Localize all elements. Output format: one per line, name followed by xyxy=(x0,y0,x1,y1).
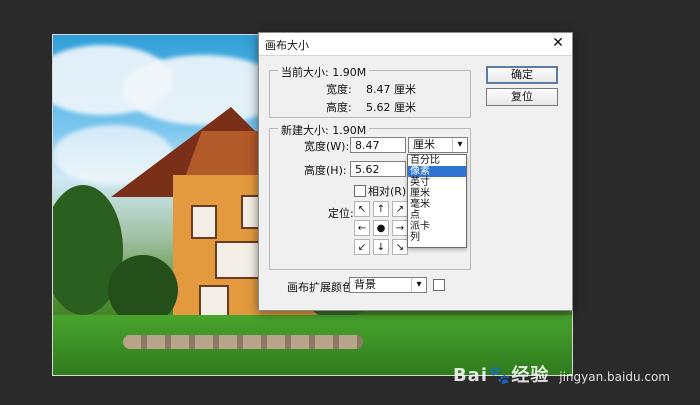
arrow-nw-icon: ↖ xyxy=(357,203,367,215)
anchor-n[interactable]: ↑ xyxy=(373,201,389,217)
arrow-ne-icon: ↗ xyxy=(395,203,405,215)
canvas-extension-label: 画布扩展颜色: xyxy=(287,281,357,294)
current-size-legend: 当前大小: 1.90M xyxy=(278,64,370,80)
rocks xyxy=(123,335,363,349)
arrow-s-icon: ↓ xyxy=(376,241,386,253)
canvas-size-dialog: 画布大小 ✕ 当前大小: 1.90M 宽度: 8.47 厘米 高度: 5.62 … xyxy=(258,32,573,311)
current-width-label: 宽度: xyxy=(326,83,352,96)
arrow-n-icon: ↑ xyxy=(376,203,386,215)
new-height-label: 高度(H): xyxy=(304,164,347,177)
anchor-label: 定位: xyxy=(328,207,354,220)
unit-dropdown: 百分比 像素 英寸 厘米 毫米 点 派卡 列 xyxy=(407,154,467,248)
window xyxy=(191,205,217,239)
anchor-se[interactable]: ↘ xyxy=(392,239,408,255)
anchor-w[interactable]: ← xyxy=(354,220,370,236)
new-size-legend: 新建大小: 1.90M xyxy=(278,122,370,138)
current-width-value: 8.47 厘米 xyxy=(366,83,416,96)
unit-option[interactable]: 百分比 xyxy=(408,155,466,166)
arrow-se-icon: ↘ xyxy=(395,241,405,253)
watermark-site: jingyan.baidu.com xyxy=(559,370,670,384)
chevron-down-icon[interactable]: ▾ xyxy=(452,138,467,152)
anchor-center[interactable]: ● xyxy=(373,220,389,236)
chevron-down-icon[interactable]: ▾ xyxy=(411,278,426,292)
canvas-extension-select[interactable]: 背景 ▾ xyxy=(349,277,427,293)
unit-option[interactable]: 毫米 xyxy=(408,199,466,210)
unit-option[interactable]: 像素 xyxy=(408,166,466,177)
color-swatch[interactable] xyxy=(433,279,445,291)
window xyxy=(215,241,261,279)
relative-label: 相对(R) xyxy=(368,185,407,198)
canvas-extension-value: 背景 xyxy=(354,278,376,291)
new-width-label: 宽度(W): xyxy=(304,140,350,153)
current-size-group: 当前大小: 1.90M 宽度: 8.47 厘米 高度: 5.62 厘米 xyxy=(269,64,471,118)
ok-button[interactable]: 确定 xyxy=(486,66,558,84)
anchor-sw[interactable]: ↙ xyxy=(354,239,370,255)
watermark-brand: Bai🐾经验 xyxy=(452,365,550,386)
unit-select-value: 厘米 xyxy=(413,138,435,151)
anchor-grid: ↖ ↑ ↗ ← ● → ↙ ↓ ↘ xyxy=(354,201,408,255)
unit-select[interactable]: 厘米 ▾ xyxy=(408,137,468,153)
unit-option[interactable]: 派卡 xyxy=(408,221,466,232)
arrow-sw-icon: ↙ xyxy=(357,241,367,253)
anchor-e[interactable]: → xyxy=(392,220,408,236)
arrow-w-icon: ← xyxy=(357,222,367,234)
dialog-title: 画布大小 xyxy=(265,39,309,52)
arrow-e-icon: → xyxy=(395,222,405,234)
unit-option[interactable]: 列 xyxy=(408,232,466,243)
current-height-value: 5.62 厘米 xyxy=(366,101,416,114)
new-width-input[interactable]: 8.47 xyxy=(350,137,406,153)
close-icon[interactable]: ✕ xyxy=(550,35,566,51)
unit-option[interactable]: 点 xyxy=(408,210,466,221)
watermark: Bai🐾经验 jingyan.baidu.com xyxy=(453,361,670,387)
anchor-nw[interactable]: ↖ xyxy=(354,201,370,217)
reset-button[interactable]: 复位 xyxy=(486,88,558,106)
window xyxy=(199,285,229,317)
unit-option[interactable]: 英寸 xyxy=(408,177,466,188)
dialog-titlebar: 画布大小 ✕ xyxy=(259,33,572,56)
current-height-label: 高度: xyxy=(326,101,352,114)
anchor-ne[interactable]: ↗ xyxy=(392,201,408,217)
relative-checkbox[interactable] xyxy=(354,185,366,197)
new-height-input[interactable]: 5.62 xyxy=(350,161,406,177)
unit-option[interactable]: 厘米 xyxy=(408,188,466,199)
anchor-s[interactable]: ↓ xyxy=(373,239,389,255)
dot-icon: ● xyxy=(376,222,386,234)
